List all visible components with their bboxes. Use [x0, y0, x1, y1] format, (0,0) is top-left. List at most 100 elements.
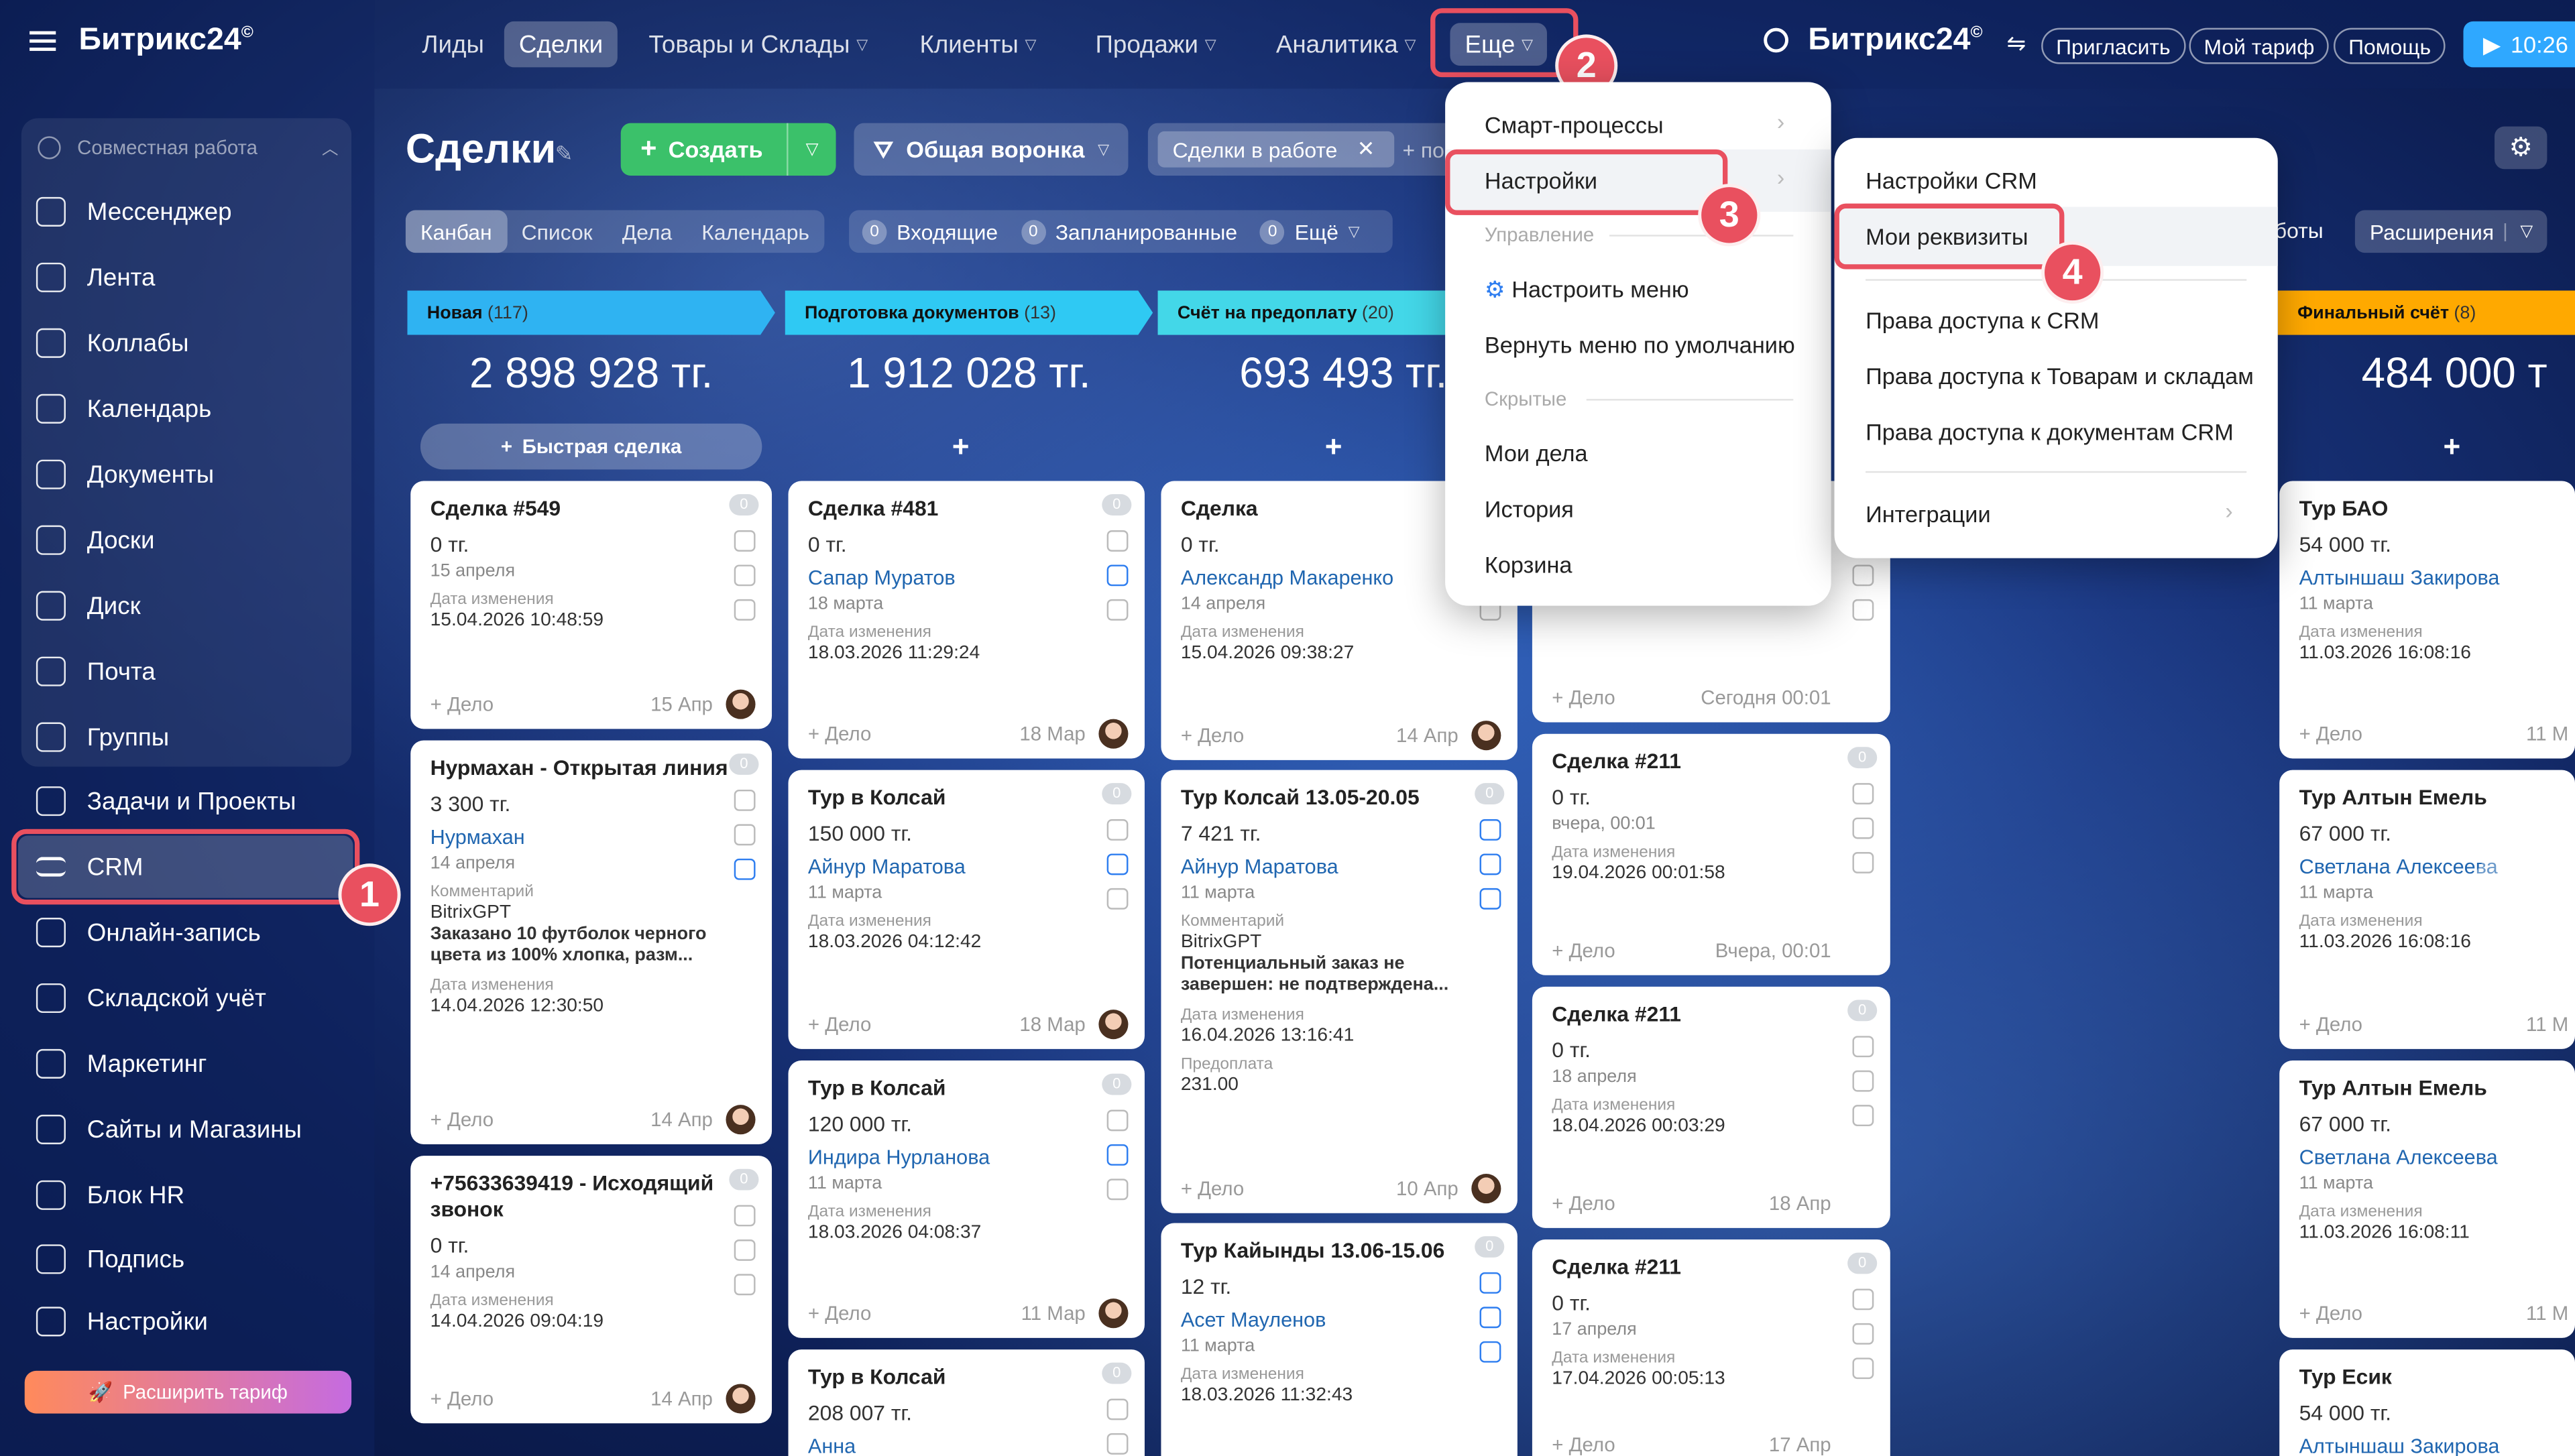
- mail-icon[interactable]: [1106, 1144, 1129, 1166]
- sidebar-item-documents[interactable]: Документы: [36, 445, 348, 504]
- upgrade-tariff-button[interactable]: 🚀 Расширить тариф: [24, 1370, 352, 1414]
- sidebar-item-sites[interactable]: Сайты и Магазины: [36, 1100, 348, 1159]
- mail-icon[interactable]: [1852, 817, 1874, 839]
- column-header[interactable]: Новая (117): [407, 290, 775, 335]
- search-icon[interactable]: [1764, 27, 1788, 53]
- deal-title[interactable]: Сделка #549: [431, 496, 752, 522]
- phone-icon[interactable]: [1479, 1272, 1501, 1294]
- deal-card[interactable]: Тур в Колсай 120 000 тг. Индира Нурланова 1…: [788, 1060, 1145, 1338]
- deal-contact[interactable]: Айнур Маратова: [1181, 855, 1498, 878]
- create-button[interactable]: + Создать ▽: [620, 123, 836, 176]
- mail-icon[interactable]: [734, 564, 756, 587]
- scroll-right-icon[interactable]: ›: [2470, 840, 2575, 989]
- add-activity-link[interactable]: + Дело: [431, 1387, 494, 1410]
- deal-title[interactable]: Сделка #211: [1552, 1002, 1870, 1028]
- mail-icon[interactable]: [1106, 1433, 1129, 1455]
- mail-icon[interactable]: [1479, 1307, 1501, 1329]
- phone-icon[interactable]: [1106, 1109, 1129, 1132]
- sidebar-item-hr[interactable]: Блок HR: [36, 1166, 348, 1225]
- mail-icon[interactable]: [1852, 1070, 1874, 1092]
- chat-icon[interactable]: [734, 599, 756, 621]
- robots-button[interactable]: боты: [2275, 219, 2324, 243]
- deal-contact[interactable]: Айнур Маратова: [808, 855, 1125, 878]
- chevron-down-icon[interactable]: ▽: [787, 123, 836, 176]
- mail-icon[interactable]: [734, 1239, 756, 1261]
- phone-icon[interactable]: [734, 789, 756, 811]
- deal-title[interactable]: Тур БАО: [2299, 496, 2556, 522]
- sidebar-item-boards[interactable]: Доски: [36, 511, 348, 570]
- chat-icon[interactable]: [1852, 1105, 1874, 1127]
- counter-more[interactable]: Ещё: [1295, 219, 1338, 244]
- menu-item-integrations[interactable]: Интеграции: [1866, 501, 1991, 527]
- collaboration-group-header[interactable]: Совместная работа ︿: [38, 135, 338, 160]
- deal-title[interactable]: Сделка #211: [1552, 749, 1870, 775]
- deal-card[interactable]: +75633639419 - Исходящий звонок 0 тг. 14 а…: [410, 1156, 772, 1424]
- sliders-icon[interactable]: ⇋: [2007, 29, 2026, 58]
- menu-item-reset[interactable]: Вернуть меню по умолчанию: [1485, 332, 1795, 358]
- chat-icon[interactable]: [1852, 852, 1874, 873]
- tab-kanban[interactable]: Канбан: [405, 210, 507, 253]
- deal-title[interactable]: Тур Есик: [2299, 1364, 2556, 1390]
- deal-card[interactable]: Тур в Колсай 208 007 тг. Анна 0: [788, 1349, 1145, 1456]
- deal-contact[interactable]: Нурмахан: [431, 826, 752, 849]
- chat-icon[interactable]: [734, 858, 756, 880]
- deal-card[interactable]: Сделка #211 0 тг. вчера, 00:01 Дата изменен…: [1532, 733, 1890, 975]
- chat-icon[interactable]: [1479, 1341, 1501, 1363]
- deal-card[interactable]: Тур в Колсай 150 000 тг. Айнур Маратова 11 …: [788, 770, 1145, 1049]
- filter-chip[interactable]: Сделки в работе ✕: [1157, 131, 1395, 168]
- deal-title[interactable]: Сделка #481: [808, 496, 1125, 522]
- topnav-clients[interactable]: Клиенты ▽: [905, 21, 1051, 68]
- pin-icon[interactable]: ✎: [555, 141, 573, 168]
- mail-icon[interactable]: [1852, 1323, 1874, 1345]
- tab-activities[interactable]: Дела: [608, 210, 687, 253]
- deal-title[interactable]: Тур в Колсай: [808, 785, 1125, 811]
- topnav-deals[interactable]: Сделки: [504, 21, 618, 68]
- chat-icon[interactable]: [1106, 1178, 1129, 1201]
- add-activity-link[interactable]: + Дело: [2299, 1013, 2362, 1036]
- close-icon[interactable]: ✕: [1357, 136, 1375, 162]
- deal-title[interactable]: Сделка #211: [1552, 1254, 1870, 1280]
- add-activity-link[interactable]: + Дело: [808, 1013, 871, 1036]
- counter-planned[interactable]: Запланированные: [1055, 219, 1237, 244]
- deal-title[interactable]: Тур Колсай 13.05-20.05: [1181, 785, 1498, 811]
- menu-item-crm-settings[interactable]: Настройки CRM: [1866, 168, 2037, 194]
- column-header[interactable]: Подготовка документов (13): [785, 290, 1153, 335]
- deal-card[interactable]: Тур Кайынды 13.06-15.06 12 тг. Асет Маулен…: [1161, 1223, 1518, 1456]
- deal-title[interactable]: Тур Кайынды 13.06-15.06: [1181, 1238, 1498, 1264]
- topnav-products[interactable]: Товары и Склады ▽: [634, 21, 882, 68]
- chevron-up-icon[interactable]: ︿: [322, 135, 338, 160]
- add-activity-link[interactable]: + Дело: [431, 1108, 494, 1131]
- filter-more[interactable]: + по: [1402, 138, 1444, 163]
- tab-list[interactable]: Список: [507, 210, 608, 253]
- menu-item-crm-access[interactable]: Права доступа к CRM: [1866, 307, 2099, 333]
- deal-title[interactable]: Тур Алтын Емель: [2299, 1075, 2556, 1101]
- deal-contact[interactable]: Светлана Алексеева: [2299, 1146, 2556, 1168]
- invite-button[interactable]: Пригласить: [2041, 27, 2185, 64]
- menu-item-my-tasks[interactable]: Мои дела: [1485, 440, 1588, 466]
- sidebar-item-tasks[interactable]: Задачи и Проекты: [36, 772, 348, 831]
- quick-deal-button[interactable]: + Быстрая сделка: [420, 423, 762, 470]
- deal-card[interactable]: Сделка #481 0 тг. Сапар Муратов 18 марта Дат…: [788, 481, 1145, 759]
- deal-contact[interactable]: Индира Нурланова: [808, 1146, 1125, 1168]
- mail-icon[interactable]: [1106, 564, 1129, 587]
- topnav-analytics[interactable]: Аналитика ▽: [1261, 21, 1431, 68]
- deal-card[interactable]: Тур Есик 54 000 тг. Алтыншаш Закирова: [2279, 1349, 2575, 1456]
- phone-icon[interactable]: [1852, 1288, 1874, 1311]
- worktime-button[interactable]: ▶ 10:26: [2463, 21, 2575, 68]
- chat-icon[interactable]: [1106, 888, 1129, 910]
- deal-title[interactable]: Тур в Колсай: [808, 1364, 1125, 1390]
- phone-icon[interactable]: [1852, 783, 1874, 805]
- sidebar-item-settings[interactable]: Настройки: [36, 1292, 348, 1351]
- deal-title[interactable]: +75633639419 - Исходящий звонок: [431, 1170, 752, 1223]
- sidebar-item-feed[interactable]: Лента: [36, 248, 348, 307]
- phone-icon[interactable]: [734, 1205, 756, 1227]
- deal-card[interactable]: Сделка #549 0 тг. 15 апреля Дата изменения 1…: [410, 481, 772, 729]
- add-activity-link[interactable]: + Дело: [808, 1302, 871, 1325]
- column-header[interactable]: Финальный счёт (8): [2277, 290, 2575, 335]
- sidebar-item-calendar[interactable]: Календарь: [36, 379, 348, 438]
- deal-card[interactable]: Сделка #211 0 тг. 17 апреля Дата изменения 1…: [1532, 1239, 1890, 1456]
- add-activity-link[interactable]: + Дело: [1552, 1192, 1615, 1215]
- phone-icon[interactable]: [1106, 530, 1129, 552]
- extensions-button[interactable]: Расширения ▽: [2354, 210, 2548, 253]
- chat-icon[interactable]: [1479, 888, 1501, 910]
